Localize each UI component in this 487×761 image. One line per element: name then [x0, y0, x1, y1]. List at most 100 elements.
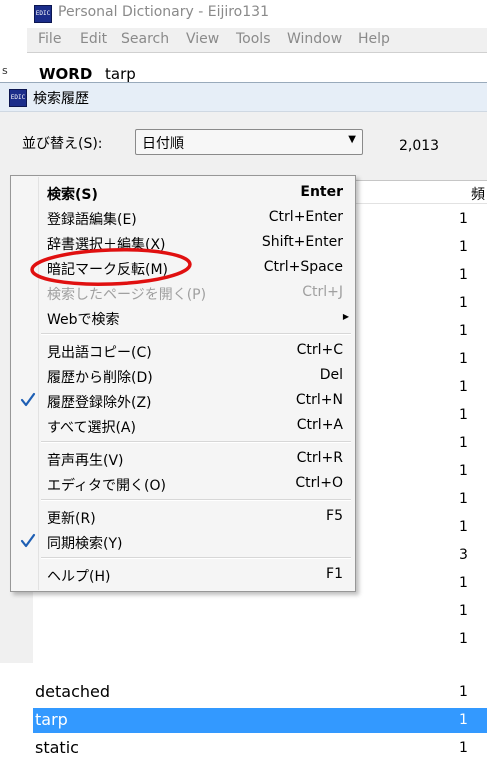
menu-item-search[interactable]: 検索(S) Enter: [11, 180, 355, 205]
sort-select[interactable]: 日付順 ▼: [135, 129, 363, 155]
menu-item-label: Webで検索: [47, 312, 120, 328]
menu-item-label: すべて選択(A): [47, 420, 136, 436]
app-icon: EDIC: [34, 5, 52, 23]
menu-item-shortcut: Ctrl+Enter: [268, 209, 343, 225]
menu-item-label: 同期検索(Y): [47, 536, 123, 552]
app-icon: EDIC: [9, 89, 27, 107]
menu-item-label: 履歴から削除(D): [47, 370, 153, 386]
menu-item-label: 見出語コピー(C): [47, 345, 152, 361]
history-count: 2,013: [399, 138, 440, 154]
menu-item-shortcut: Shift+Enter: [261, 234, 343, 250]
column-header-frequency[interactable]: 頻: [471, 184, 485, 204]
menu-item-web-search[interactable]: Webで検索 ▶: [11, 305, 355, 330]
row-count: 1: [459, 211, 468, 227]
menu-item-help[interactable]: ヘルプ(H) F1: [11, 562, 355, 587]
menu-item-open-in-editor[interactable]: エディタで開く(O) Ctrl+O: [11, 471, 355, 496]
row-count: 1: [459, 463, 468, 479]
menu-item-copy-headword[interactable]: 見出語コピー(C) Ctrl+C: [11, 338, 355, 363]
menu-search[interactable]: Search: [121, 31, 169, 47]
row-count: 1: [459, 519, 468, 535]
row-count: 1: [459, 323, 468, 339]
word-bar: WORD tarp: [27, 52, 487, 85]
menu-help[interactable]: Help: [358, 31, 390, 47]
menu-item-shortcut: Ctrl+Space: [263, 259, 343, 275]
row-count: 1: [459, 684, 468, 700]
sort-label: 並び替え(S):: [22, 136, 103, 152]
table-row[interactable]: 1: [33, 599, 487, 624]
row-count: 1: [459, 740, 468, 756]
menu-separator: [41, 333, 351, 335]
table-row-selected[interactable]: tarp 1: [33, 708, 487, 733]
menu-item-label: 検索(S): [47, 187, 98, 203]
table-row[interactable]: static 1: [33, 736, 487, 761]
table-row[interactable]: detached 1: [33, 680, 487, 705]
row-count: 1: [459, 712, 468, 728]
row-count: 1: [459, 295, 468, 311]
main-window-title: Personal Dictionary - Eijiro131: [58, 4, 269, 20]
menu-item-select-dictionary-edit[interactable]: 辞書選択＋編集(X) Shift+Enter: [11, 230, 355, 255]
row-count: 1: [459, 351, 468, 367]
row-count: 1: [459, 491, 468, 507]
menu-item-label: エディタで開く(O): [47, 478, 166, 494]
menu-item-shortcut: Ctrl+A: [296, 417, 343, 433]
menu-item-shortcut: Ctrl+C: [296, 342, 343, 358]
menu-item-sync-search[interactable]: 同期検索(Y): [11, 529, 355, 554]
left-window-snippet: s: [2, 64, 8, 77]
menu-item-label: ヘルプ(H): [47, 569, 111, 585]
menu-item-label: 暗記マーク反転(M): [47, 262, 169, 278]
menu-item-label: 辞書選択＋編集(X): [47, 237, 166, 253]
row-count: 1: [459, 267, 468, 283]
history-title-bar: EDIC 検索履歴: [0, 83, 487, 112]
word-input[interactable]: tarp: [105, 65, 136, 83]
row-count: 1: [459, 575, 468, 591]
menu-tools[interactable]: Tools: [236, 31, 271, 47]
menu-item-label: 登録語編集(E): [47, 212, 137, 228]
row-count: 1: [459, 631, 468, 647]
left-window-strip: s: [0, 0, 28, 82]
menu-item-toggle-memorize-mark[interactable]: 暗記マーク反転(M) Ctrl+Space: [11, 255, 355, 280]
row-count: 1: [459, 407, 468, 423]
checkmark-icon: [20, 392, 36, 407]
row-word: detached: [35, 682, 111, 701]
chevron-down-icon: ▼: [348, 134, 356, 145]
row-count: 1: [459, 603, 468, 619]
menu-file[interactable]: File: [38, 31, 61, 47]
menu-item-play-audio[interactable]: 音声再生(V) Ctrl+R: [11, 446, 355, 471]
menu-item-shortcut: Ctrl+N: [295, 392, 343, 408]
sort-select-value: 日付順: [142, 136, 184, 152]
menu-item-shortcut: Ctrl+J: [302, 284, 343, 300]
menu-item-delete-from-history[interactable]: 履歴から削除(D) Del: [11, 363, 355, 388]
table-row[interactable]: 1: [33, 627, 487, 652]
menu-item-shortcut: F5: [326, 508, 343, 524]
row-word: static: [35, 738, 79, 757]
menu-item-label: 更新(R): [47, 511, 96, 527]
row-count: 1: [459, 239, 468, 255]
row-count: 1: [459, 379, 468, 395]
menu-separator: [41, 557, 351, 559]
menu-item-shortcut: F1: [326, 566, 343, 582]
checkmark-icon: [20, 533, 36, 548]
menu-item-shortcut: Ctrl+O: [295, 475, 343, 491]
menu-edit[interactable]: Edit: [80, 31, 107, 47]
menu-item-label: 履歴登録除外(Z): [47, 395, 152, 411]
menu-item-select-all[interactable]: すべて選択(A) Ctrl+A: [11, 413, 355, 438]
submenu-arrow-icon: ▶: [342, 312, 349, 321]
main-menu-bar: File Edit Search View Tools Window Help: [27, 28, 487, 52]
menu-separator: [41, 441, 351, 443]
menu-item-label: 音声再生(V): [47, 453, 124, 469]
menu-separator: [41, 499, 351, 501]
menu-item-shortcut: Del: [319, 367, 343, 383]
word-label: WORD: [39, 65, 93, 83]
menu-window[interactable]: Window: [287, 31, 342, 47]
menu-item-open-searched-page: 検索したページを開く(P) Ctrl+J: [11, 280, 355, 305]
menu-view[interactable]: View: [186, 31, 219, 47]
row-count: 3: [459, 547, 468, 563]
menu-item-refresh[interactable]: 更新(R) F5: [11, 504, 355, 529]
menu-item-shortcut: Ctrl+R: [296, 450, 343, 466]
menu-item-edit-entry[interactable]: 登録語編集(E) Ctrl+Enter: [11, 205, 355, 230]
main-title-bar: EDIC Personal Dictionary - Eijiro131: [27, 0, 487, 29]
menu-item-shortcut: Enter: [300, 184, 343, 200]
menu-item-exclude-from-history[interactable]: 履歴登録除外(Z) Ctrl+N: [11, 388, 355, 413]
row-word: tarp: [35, 710, 68, 729]
menu-item-label: 検索したページを開く(P): [47, 287, 207, 303]
